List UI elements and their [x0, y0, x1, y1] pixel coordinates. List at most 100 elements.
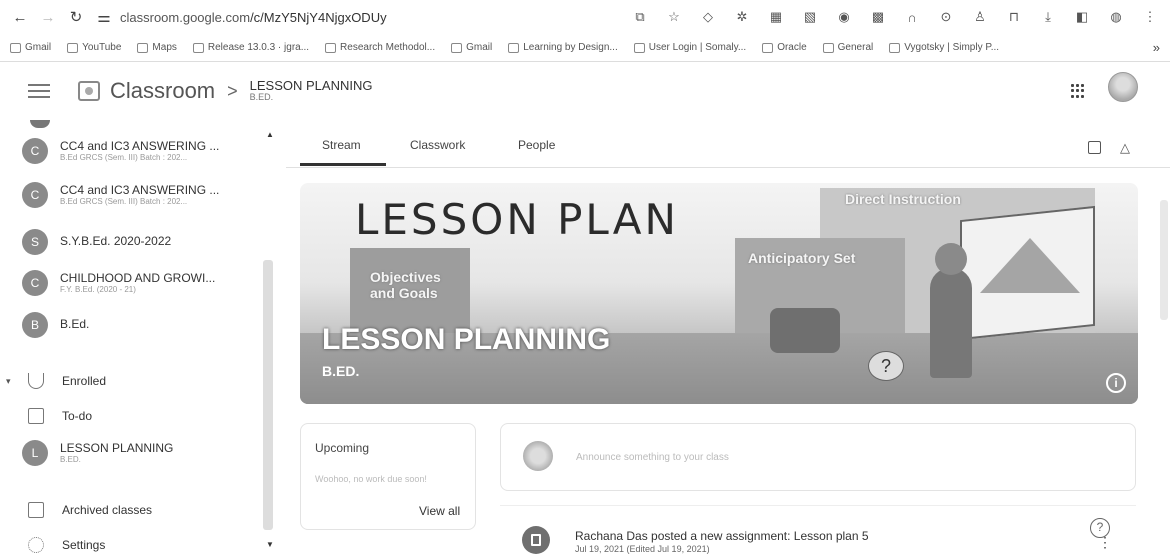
- class-avatar: L: [22, 440, 48, 466]
- url-host: classroom.google.com: [120, 9, 251, 25]
- bookmark-folder[interactable]: Oracle: [762, 42, 807, 53]
- class-info-icon[interactable]: i: [1106, 373, 1126, 393]
- main-menu-icon[interactable]: [28, 84, 50, 98]
- class-name: CHILDHOOD AND GROWI...: [60, 271, 216, 285]
- browser-extension-icons: ⧉ ☆ ◇ ✲ ▦ ▧ ◉ ▩ ∩ ⊙ ♙ ⊓ ⤓ ◧ ◍ ⋮: [632, 9, 1158, 25]
- sidebar-item-archived[interactable]: Archived classes: [28, 502, 152, 518]
- bookmark[interactable]: Release 13.0.3 · jgra...: [192, 42, 309, 53]
- sidebar-scrollbar[interactable]: [263, 260, 273, 530]
- class-avatar: C: [22, 270, 48, 296]
- bookmark-label: Vygotsky | Simply P...: [904, 42, 1000, 53]
- upcoming-empty-text: Woohoo, no work due soon!: [315, 474, 427, 484]
- bookmark-favicon-icon: [508, 42, 520, 53]
- bookmark-label: YouTube: [82, 42, 122, 53]
- account-avatar[interactable]: [1108, 72, 1138, 102]
- class-section: B.Ed GRCS (Sem. III) Batch : 202...: [60, 153, 188, 163]
- view-all-link[interactable]: View all: [419, 504, 460, 518]
- tab-stream[interactable]: Stream: [322, 138, 361, 152]
- scroll-down-arrow-icon[interactable]: ▼: [266, 540, 274, 549]
- bookmark-label: Learning by Design...: [523, 42, 618, 53]
- sidebar-class-item[interactable]: S S.Y.B.Ed. 2020-2022: [22, 229, 252, 255]
- bookmark-folder[interactable]: General: [822, 42, 873, 53]
- app-header: Classroom > LESSON PLANNING B.ED.: [0, 62, 1170, 120]
- classroom-logo-icon[interactable]: [78, 81, 100, 101]
- banner-big-title: LESSON PLAN: [355, 195, 679, 244]
- scroll-up-arrow-icon[interactable]: ▲: [266, 130, 274, 139]
- stream-post[interactable]: Rachana Das posted a new assignment: Les…: [500, 505, 1136, 557]
- bookmark[interactable]: Vygotsky | Simply P...: [889, 42, 999, 53]
- bookmark-label: Maps: [152, 42, 177, 53]
- tab-people[interactable]: People: [518, 138, 555, 152]
- active-tab-indicator: [300, 163, 386, 166]
- bookmark[interactable]: Maps: [137, 42, 177, 53]
- class-subtitle: B.ED.: [249, 92, 274, 103]
- brand-name[interactable]: Classroom: [110, 78, 215, 104]
- sidebar-item-todo[interactable]: To-do: [28, 408, 92, 424]
- menu-dots-icon[interactable]: ⋮: [1142, 9, 1158, 25]
- calendar-icon[interactable]: [1088, 141, 1101, 154]
- bookmark-label: User Login | Somaly...: [648, 42, 747, 53]
- bookmark-star-icon[interactable]: ☆: [666, 9, 682, 25]
- announce-placeholder[interactable]: Announce something to your class: [576, 452, 729, 463]
- bookmark[interactable]: Gmail: [10, 42, 51, 53]
- class-banner: ? LESSON PLAN Direct Instruction Anticip…: [300, 183, 1138, 404]
- sidebar-class-item[interactable]: C CC4 and IC3 ANSWERING ... B.Ed GRCS (Se…: [22, 138, 252, 164]
- sidebar-class-item[interactable]: B B.Ed.: [22, 312, 252, 338]
- folder-icon: [762, 42, 774, 53]
- extension-icon[interactable]: ♙: [972, 9, 988, 25]
- breadcrumb: LESSON PLANNING B.ED.: [249, 78, 373, 103]
- sidebar-item-label: Settings: [62, 538, 106, 552]
- url-path: /c/MzY5NjY4NjgxODUy: [250, 9, 387, 25]
- extension-icon[interactable]: ▩: [870, 9, 886, 25]
- sidebar-item-label: Archived classes: [62, 503, 153, 517]
- extension-icon[interactable]: ⊙: [938, 9, 954, 25]
- site-info-icon[interactable]: ⚌: [96, 8, 112, 26]
- sidebar-class-item[interactable]: C CC4 and IC3 ANSWERING ... B.Ed GRCS (Se…: [22, 182, 252, 208]
- assignment-icon: [522, 526, 550, 554]
- download-icon[interactable]: ⤓: [1040, 9, 1056, 25]
- sidebar-item-enrolled[interactable]: Enrolled: [28, 373, 106, 389]
- sidebar-class-item[interactable]: C CHILDHOOD AND GROWI... F.Y. B.Ed. (2020…: [22, 270, 252, 296]
- apps-grid-icon[interactable]: [1071, 84, 1085, 98]
- bookmark[interactable]: Gmail: [451, 42, 492, 53]
- share-icon[interactable]: ⧉: [632, 9, 648, 25]
- tab-classwork[interactable]: Classwork: [410, 138, 465, 152]
- help-icon[interactable]: ?: [1090, 518, 1110, 538]
- drive-folder-icon[interactable]: △: [1120, 140, 1130, 156]
- profile-icon[interactable]: ◍: [1108, 9, 1124, 25]
- bookmark[interactable]: User Login | Somaly...: [633, 42, 747, 53]
- announce-box[interactable]: Announce something to your class: [500, 423, 1136, 491]
- bookmark-label: Research Methodol...: [340, 42, 436, 53]
- bookmarks-bar: Gmail YouTube Maps Release 13.0.3 · jgra…: [0, 34, 1170, 62]
- sidepanel-icon[interactable]: ◧: [1074, 9, 1090, 25]
- address-bar[interactable]: ⚌ classroom.google.com/c/MzY5NjY4NjgxODU…: [96, 8, 387, 26]
- google-icon: [325, 42, 337, 53]
- extension-icon[interactable]: ◉: [836, 9, 852, 25]
- post-date: Jul 19, 2021 (Edited Jul 19, 2021): [575, 544, 710, 554]
- user-avatar: [523, 441, 553, 471]
- forward-icon[interactable]: →: [40, 9, 56, 26]
- back-icon[interactable]: ←: [12, 9, 28, 26]
- post-title[interactable]: Rachana Das posted a new assignment: Les…: [575, 529, 869, 543]
- bookmarks-overflow-button[interactable]: »: [1153, 40, 1160, 55]
- extension-icon[interactable]: ◇: [700, 9, 716, 25]
- class-avatar: S: [22, 229, 48, 255]
- banner-class-section: B.ED.: [322, 363, 360, 379]
- extension-icon[interactable]: ✲: [734, 9, 750, 25]
- sidebar-item-settings[interactable]: Settings: [28, 537, 105, 553]
- sidebar-class-item-enrolled[interactable]: L LESSON PLANNING B.ED.: [22, 440, 252, 466]
- extension-icon[interactable]: ▦: [768, 9, 784, 25]
- collapse-arrow-icon[interactable]: ▾: [6, 376, 11, 387]
- url-text[interactable]: classroom.google.com/c/MzY5NjY4NjgxODUy: [120, 10, 387, 25]
- bookmark[interactable]: Learning by Design...: [508, 42, 618, 53]
- tab-divider: [286, 167, 1170, 168]
- bookmark[interactable]: Research Methodol...: [325, 42, 435, 53]
- extension-icon[interactable]: ∩: [904, 10, 920, 25]
- bookmark[interactable]: YouTube: [67, 42, 121, 53]
- bookmark-label: Oracle: [777, 42, 807, 53]
- extensions-puzzle-icon[interactable]: ⊓: [1006, 9, 1022, 25]
- sidebar-partial-item: [30, 120, 50, 128]
- page-scrollbar[interactable]: [1160, 200, 1168, 320]
- extension-icon[interactable]: ▧: [802, 9, 818, 25]
- reload-icon[interactable]: ↻: [68, 8, 84, 26]
